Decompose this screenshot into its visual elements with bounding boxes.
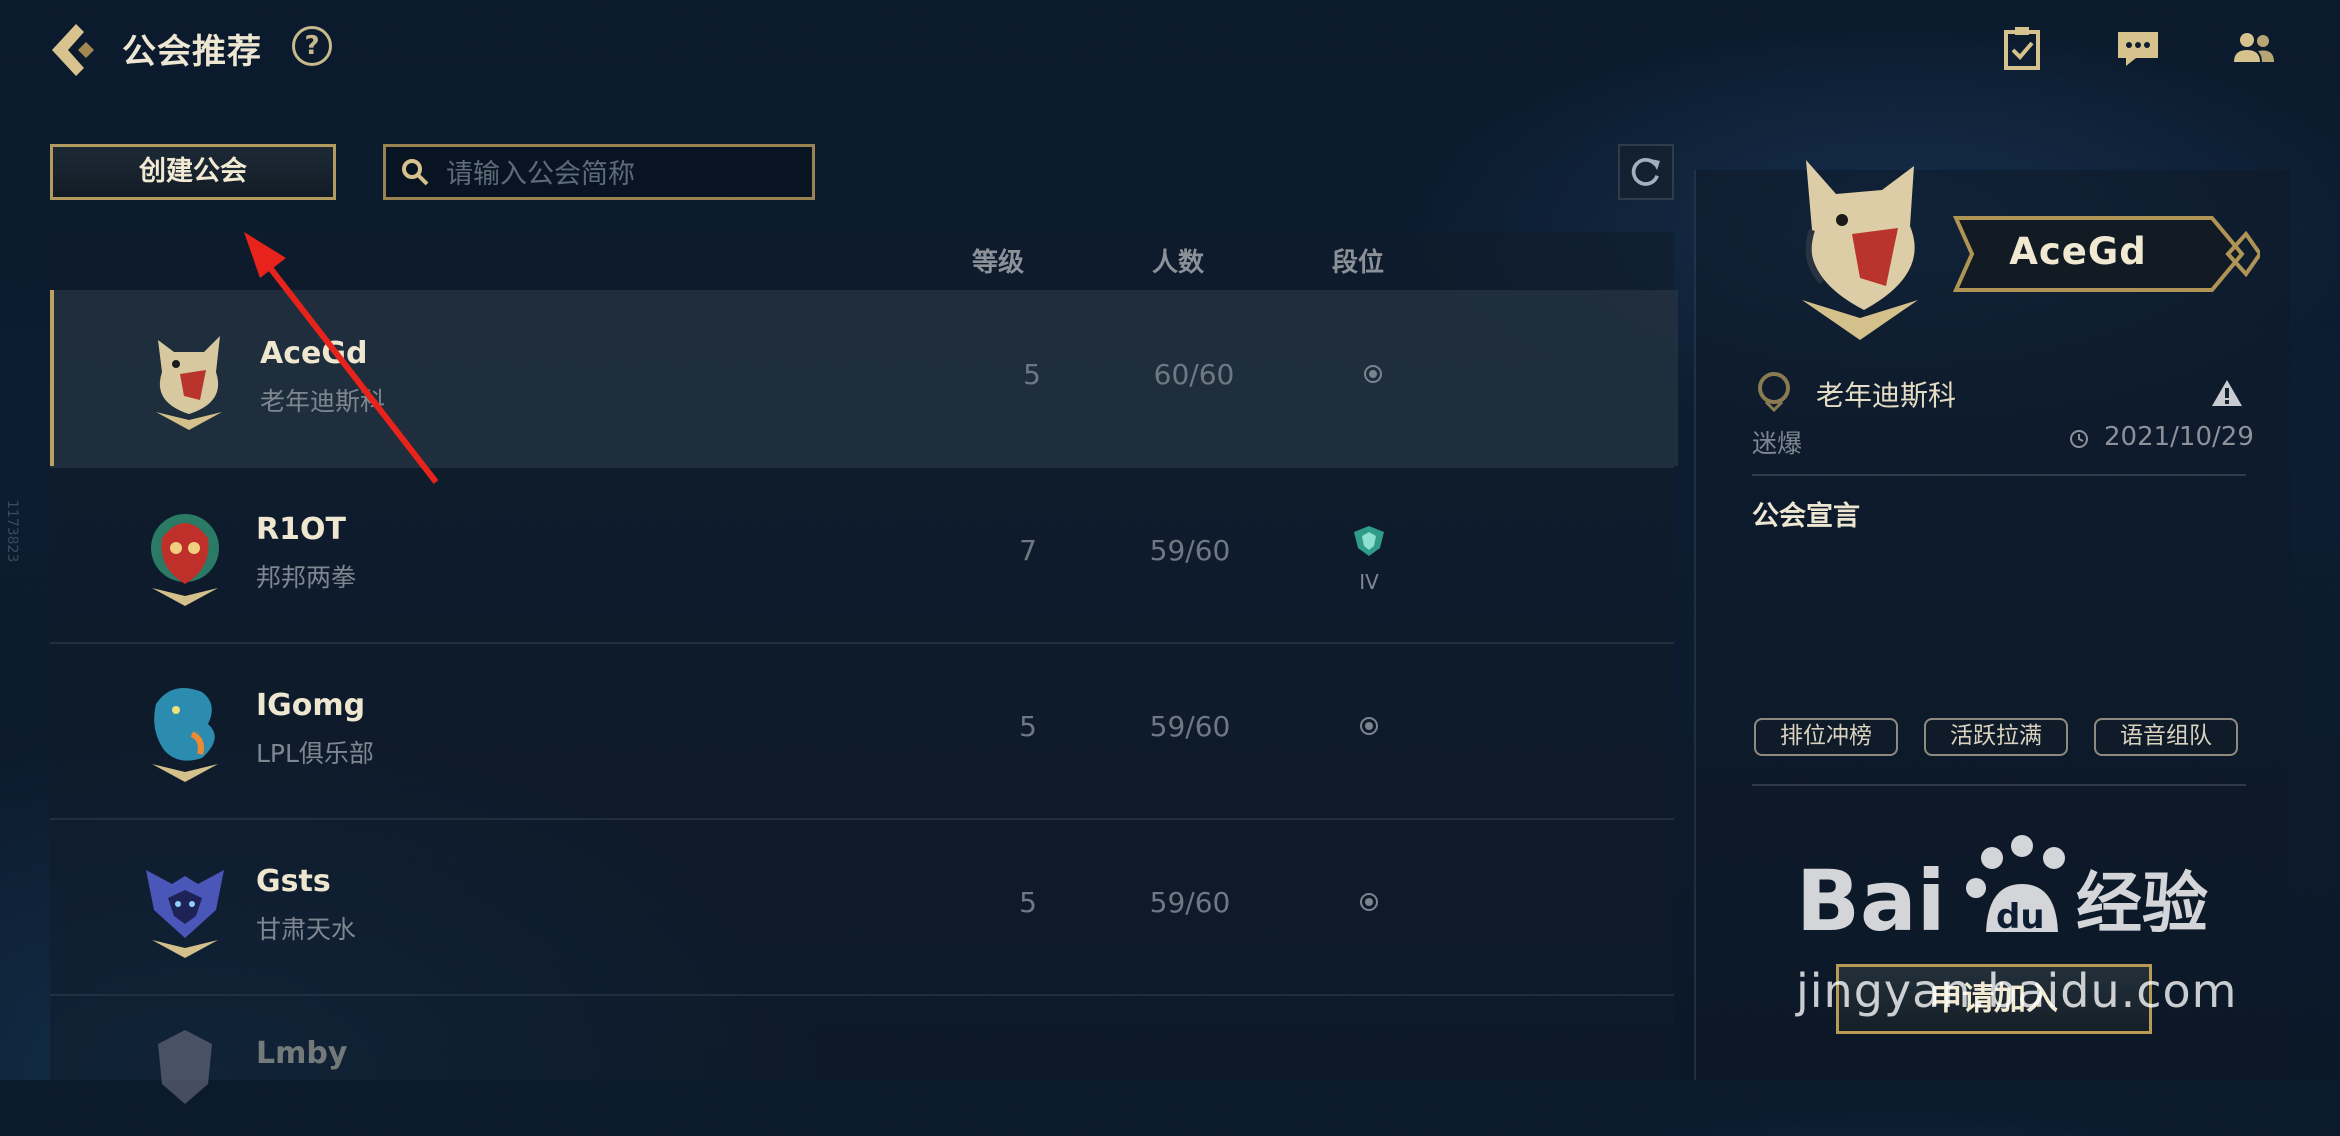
- guild-row[interactable]: AceGd 老年迪斯科 5 60/60: [50, 290, 1678, 466]
- help-icon[interactable]: ?: [292, 26, 332, 66]
- back-arrow-icon[interactable]: [46, 20, 106, 80]
- panel-divider: [1752, 474, 2246, 476]
- column-header-rank: 段位: [1332, 248, 1385, 278]
- dragon-emblem-icon: [152, 688, 218, 782]
- task-check-icon[interactable]: [1998, 24, 2046, 72]
- guild-server: 甘肃天水: [256, 915, 357, 944]
- clock-icon: [2070, 430, 2088, 448]
- wolf-emblem-icon: [156, 336, 222, 430]
- guild-name: IGomg: [256, 688, 366, 723]
- detail-guild-name: AceGd: [2009, 230, 2147, 273]
- guild-server: LPL俱乐部: [256, 739, 374, 768]
- guild-level: 5: [1019, 886, 1037, 919]
- guild-member-count: 59/60: [1149, 534, 1231, 567]
- guild-tag: 语音组队: [2094, 718, 2238, 756]
- guild-row[interactable]: Gsts 甘肃天水 5 59/60: [50, 818, 1674, 994]
- refresh-icon[interactable]: [1618, 144, 1674, 200]
- guild-row[interactable]: IGomg LPL俱乐部 5 59/60: [50, 642, 1674, 818]
- guild-row[interactable]: R1OT 邦邦两拳 7 59/60 IV: [50, 466, 1674, 642]
- server-ring-icon: [1758, 372, 1790, 412]
- guild-search-box[interactable]: [383, 144, 815, 200]
- guild-level: 7: [1019, 534, 1037, 567]
- guild-server: 老年迪斯科: [260, 387, 386, 416]
- friends-icon[interactable]: [2230, 24, 2278, 72]
- squid-emblem-icon: [151, 514, 219, 606]
- guild-member-count: 59/60: [1149, 710, 1231, 743]
- rank-emerald-icon: [1354, 526, 1384, 556]
- search-icon: [402, 159, 429, 186]
- guild-member-count: 59/60: [1149, 886, 1231, 919]
- rank-dot-icon: [1360, 893, 1378, 911]
- guild-name: Lmby: [256, 1036, 348, 1071]
- search-input[interactable]: [444, 153, 808, 195]
- guild-name: Gsts: [256, 864, 331, 899]
- column-header-members: 人数: [1152, 248, 1205, 278]
- panel-divider: [1752, 784, 2246, 786]
- report-warning-icon[interactable]: [2210, 378, 2244, 408]
- svg-text:Bai: Bai: [1796, 852, 1946, 950]
- guild-row[interactable]: Lmby: [50, 994, 1674, 1104]
- guild-member-count: 60/60: [1153, 358, 1235, 391]
- watermark-url: jingyan.baidu.com: [1796, 964, 2238, 1018]
- helmet-emblem-icon: [146, 870, 224, 958]
- rank-dot-icon: [1364, 365, 1382, 383]
- detail-created-date: 2021/10/29: [2104, 422, 2254, 452]
- svg-text:du: du: [1996, 897, 2045, 937]
- guild-level: 5: [1019, 710, 1037, 743]
- svg-text:经验: 经验: [2076, 865, 2208, 942]
- create-guild-button[interactable]: 创建公会: [50, 144, 336, 200]
- column-header-level: 等级: [972, 248, 1025, 278]
- wolf-emblem-large-icon: [1802, 160, 1918, 340]
- page-title: 公会推荐: [122, 32, 262, 72]
- guild-tag: 排位冲榜: [1754, 718, 1898, 756]
- rank-dot-icon: [1360, 717, 1378, 735]
- guild-name: AceGd: [260, 336, 368, 371]
- guild-tag: 活跃拉满: [1924, 718, 2068, 756]
- side-vertical-code: 1173823: [4, 500, 20, 563]
- declaration-label: 公会宣言: [1752, 501, 1860, 532]
- detail-owner: 迷爆: [1752, 429, 1803, 458]
- detail-server: 老年迪斯科: [1816, 379, 1957, 412]
- guild-emblem-icon: [158, 1030, 212, 1104]
- guild-level: 5: [1023, 358, 1041, 391]
- guild-server: 邦邦两拳: [256, 563, 357, 592]
- chat-icon[interactable]: [2114, 24, 2162, 72]
- guild-name: R1OT: [256, 512, 346, 547]
- rank-tier-label: IV: [1359, 570, 1379, 594]
